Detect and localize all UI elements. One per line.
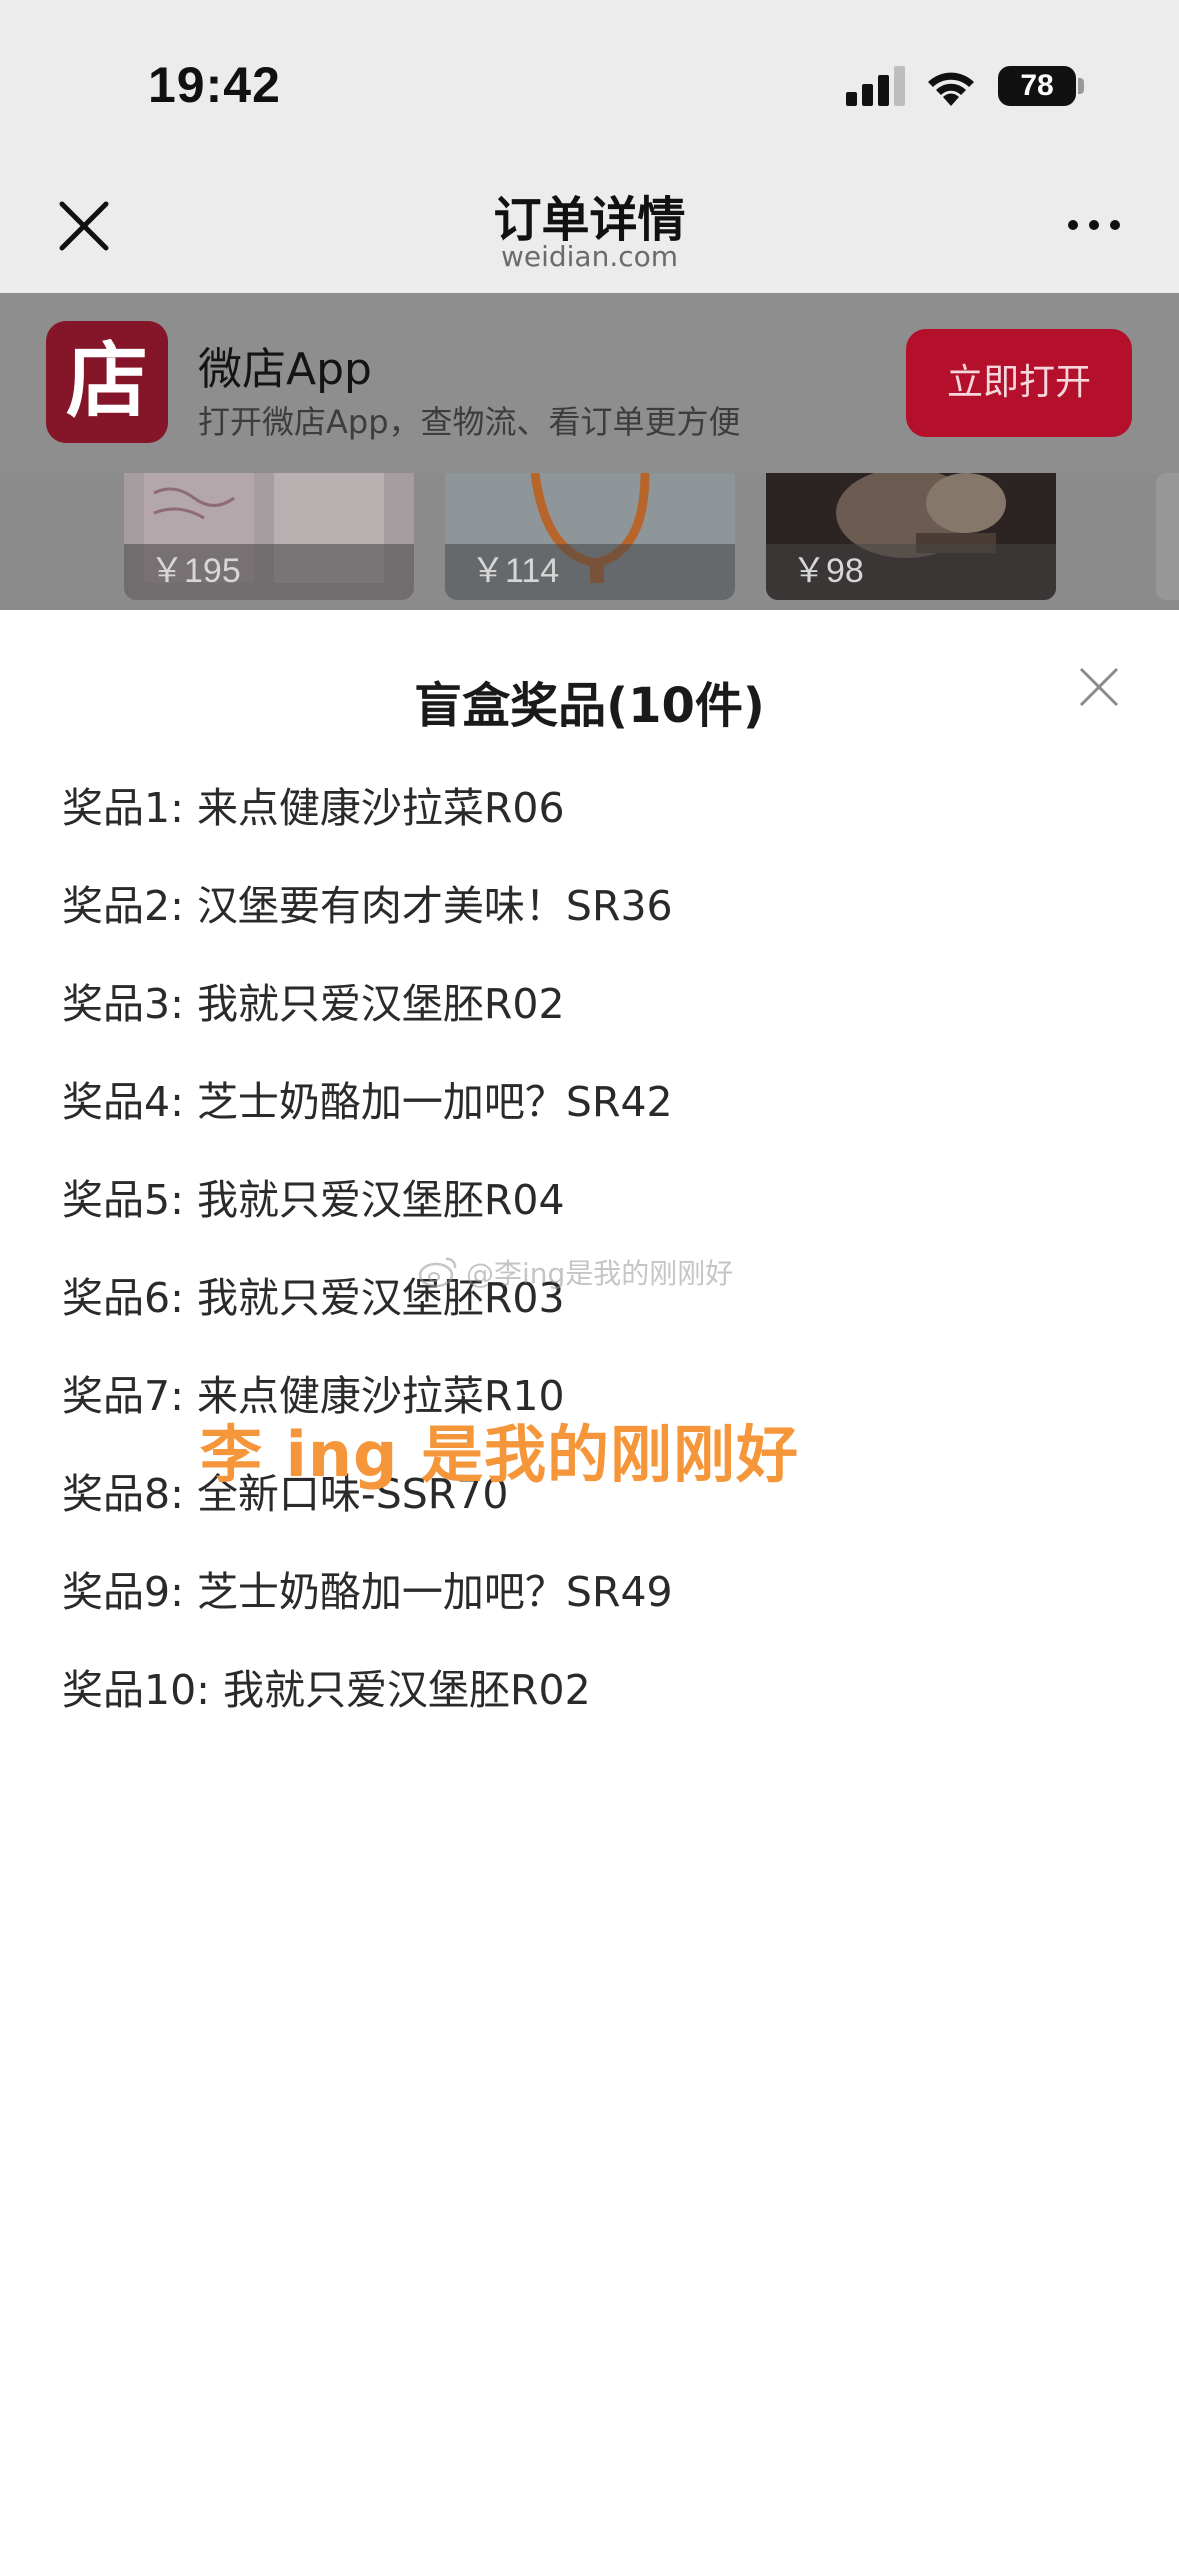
- prize-label: 奖品5:: [62, 1176, 197, 1224]
- prize-label: 奖品8:: [62, 1470, 197, 1518]
- nav-bar: 订单详情 weidian.com: [0, 160, 1179, 293]
- app-download-banner: 店 微店App 打开微店App，查物流、看订单更方便 立即打开: [0, 293, 1179, 473]
- prize-label: 奖品2:: [62, 882, 197, 930]
- prize-name: 汉堡要有肉才美味！SR36: [196, 882, 673, 930]
- prize-label: 奖品10:: [62, 1666, 224, 1714]
- prize-label: 奖品7:: [62, 1372, 197, 1420]
- weibo-watermark: @李ing是我的刚刚好: [418, 1252, 733, 1292]
- prize-label: 奖品6:: [62, 1274, 197, 1322]
- prize-name: 我就只爱汉堡胚R04: [196, 1176, 565, 1224]
- more-icon[interactable]: [1066, 212, 1122, 236]
- prize-name: 芝士奶酪加一加吧？SR42: [196, 1078, 673, 1126]
- product-price: ￥98: [792, 552, 864, 590]
- battery-level: 78: [1020, 69, 1054, 102]
- product-card[interactable]: ￥114: [445, 473, 735, 600]
- prize-name: 芝士奶酪加一加吧？SR49: [196, 1568, 673, 1616]
- prize-label: 奖品4:: [62, 1078, 197, 1126]
- page-domain: weidian.com: [500, 240, 679, 273]
- wifi-icon: [928, 72, 974, 106]
- prize-name: 来点健康沙拉菜R06: [196, 784, 565, 832]
- prize-name: 我就只爱汉堡胚R02: [223, 1666, 591, 1714]
- watermark-overlay-text: 李 ing 是我的刚刚好: [200, 1418, 799, 1491]
- weibo-logo-icon: [418, 1257, 457, 1288]
- product-card[interactable]: ￥195: [124, 473, 414, 600]
- list-item: 奖品9: 芝士奶酪加一加吧？SR49: [62, 1564, 1122, 1662]
- battery-icon: 78: [998, 66, 1076, 106]
- prize-label: 奖品3:: [62, 980, 197, 1028]
- dimmed-overlay[interactable]: 店 微店App 打开微店App，查物流、看订单更方便 立即打开 ￥195 ￥11: [0, 293, 1179, 610]
- status-bar: 19:42 78: [0, 0, 1179, 160]
- list-item: 奖品10: 我就只爱汉堡胚R02: [62, 1662, 1122, 1760]
- cellular-signal-icon: [846, 66, 905, 106]
- product-strip: ￥195 ￥114 ￥98: [0, 473, 1179, 610]
- battery-tip: [1078, 78, 1084, 94]
- product-price: ￥114: [471, 552, 560, 590]
- list-item: 奖品4: 芝士奶酪加一加吧？SR42: [62, 1074, 1122, 1172]
- status-time: 19:42: [148, 57, 281, 113]
- watermark-text: @李ing是我的刚刚好: [466, 1257, 734, 1290]
- app-description: 打开微店App，查物流、看订单更方便: [198, 403, 741, 441]
- close-icon[interactable]: [1078, 666, 1120, 708]
- list-item: 奖品3: 我就只爱汉堡胚R02: [62, 976, 1122, 1074]
- sheet-title: 盲盒奖品(10件): [414, 678, 765, 734]
- prize-name: 我就只爱汉堡胚R02: [196, 980, 565, 1028]
- product-card[interactable]: ￥98: [766, 473, 1056, 600]
- prize-label: 奖品9:: [62, 1568, 197, 1616]
- product-card-edge: [1156, 473, 1179, 600]
- list-item: 奖品1: 来点健康沙拉菜R06: [62, 780, 1122, 878]
- prize-label: 奖品1:: [62, 784, 197, 832]
- weidian-logo-icon: 店: [46, 321, 168, 443]
- app-name: 微店App: [198, 344, 372, 395]
- product-price: ￥195: [150, 552, 241, 590]
- open-app-button[interactable]: 立即打开: [906, 329, 1132, 437]
- prize-sheet: 盲盒奖品(10件) 奖品1: 来点健康沙拉菜R06 奖品2: 汉堡要有肉才美味！…: [0, 610, 1179, 2556]
- list-item: 奖品2: 汉堡要有肉才美味！SR36: [62, 878, 1122, 976]
